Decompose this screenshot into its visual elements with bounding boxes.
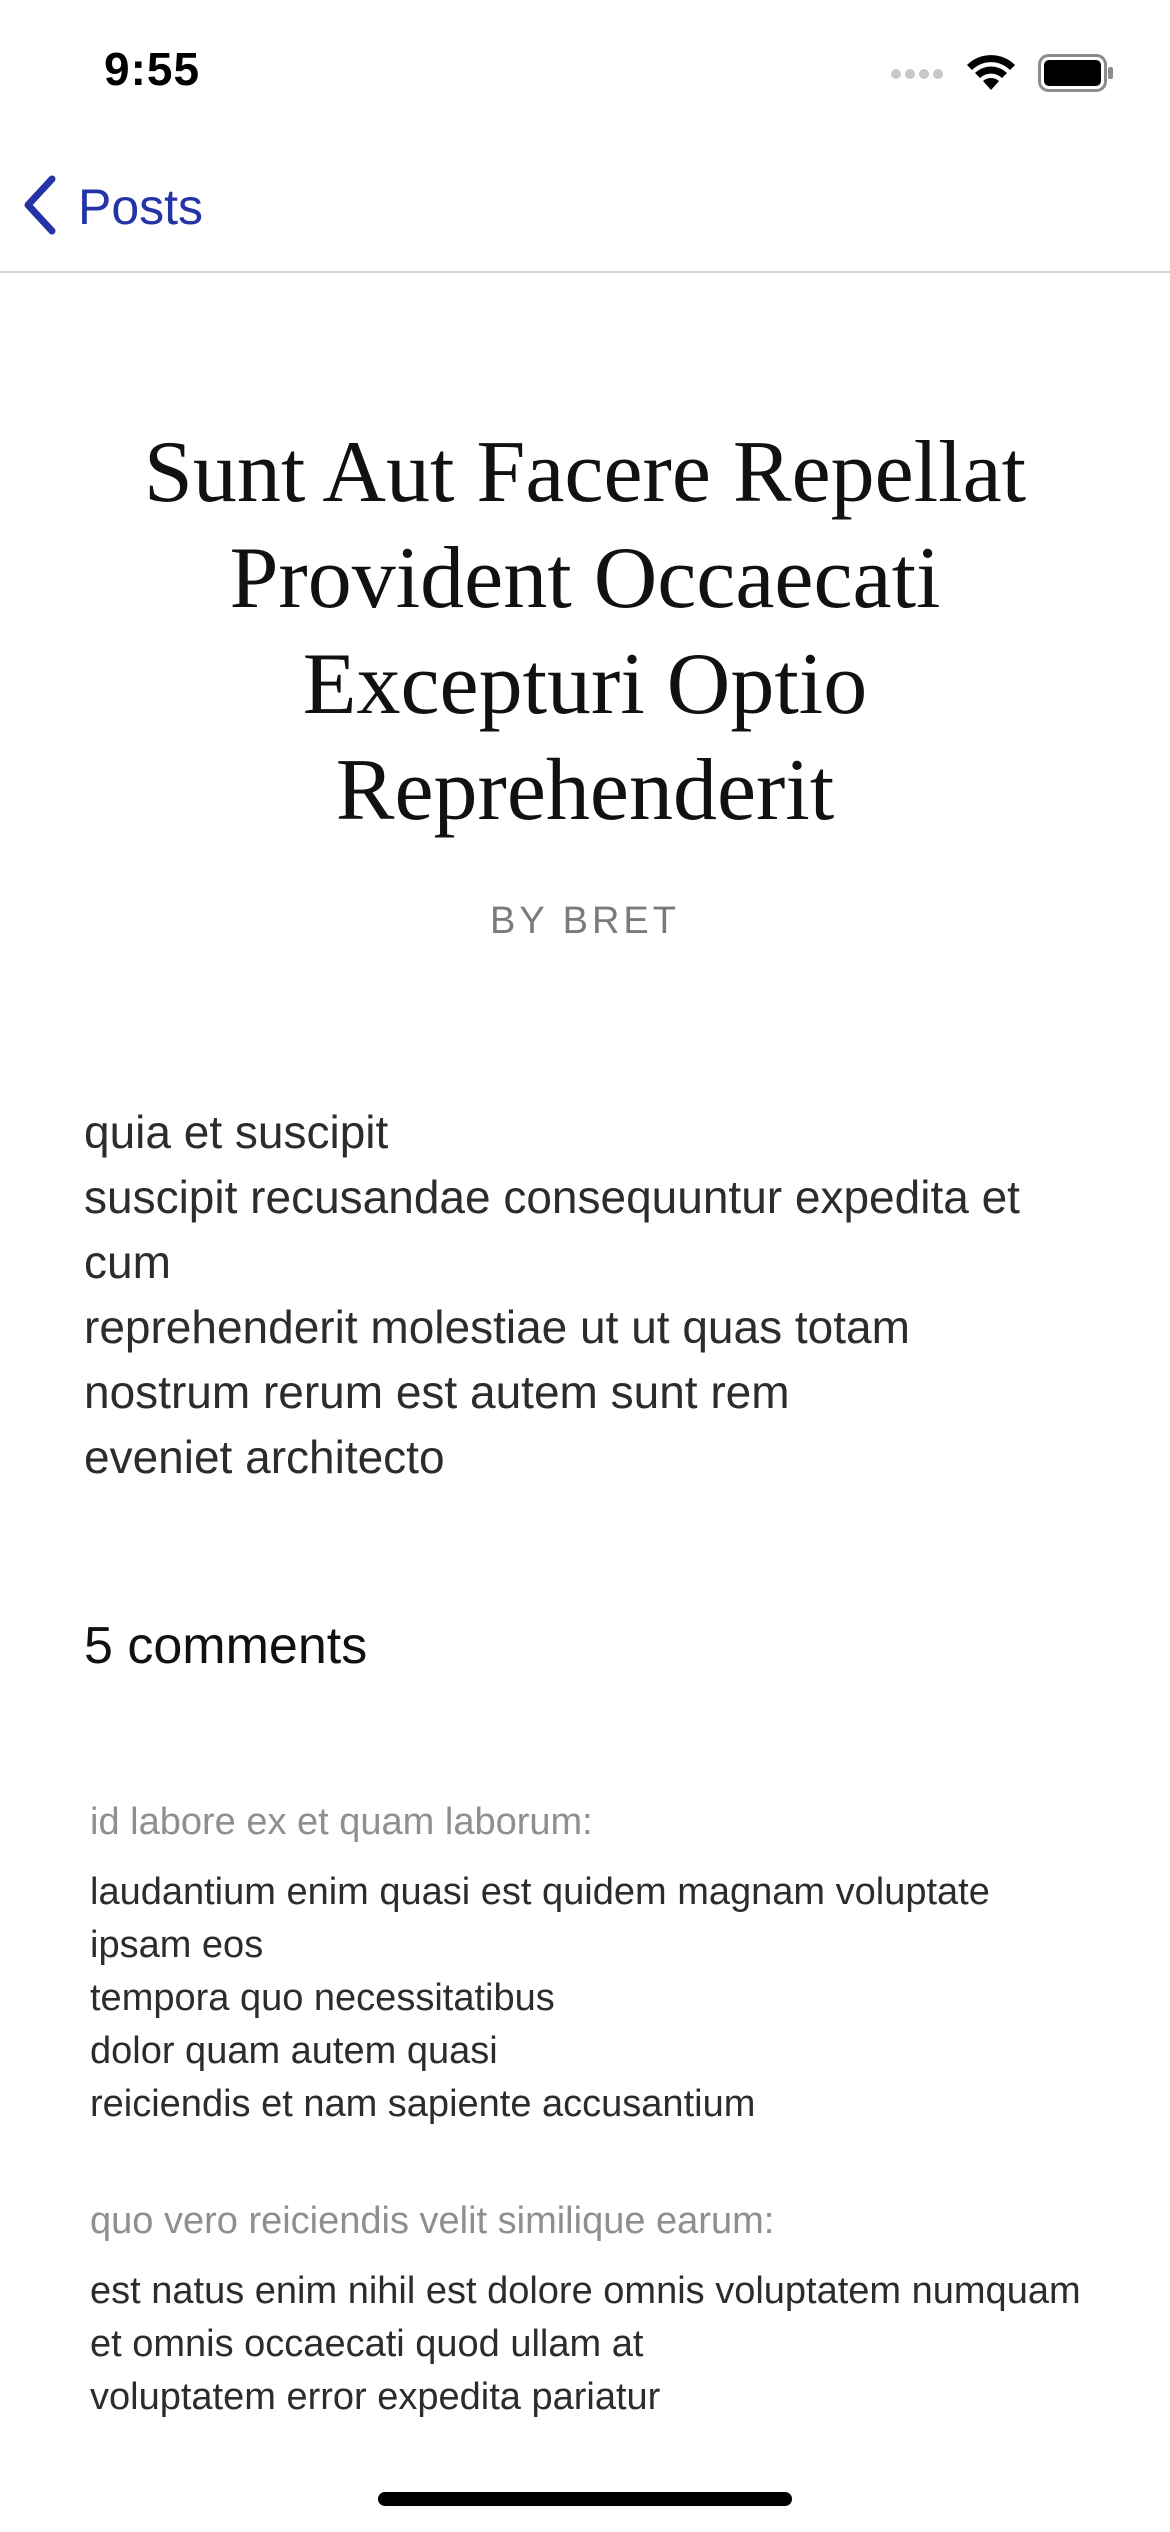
signal-icon	[890, 66, 944, 85]
status-bar: 9:55	[0, 0, 1170, 140]
comment-item: id labore ex et quam laborum: laudantium…	[90, 1796, 1090, 2131]
comment-name: quo vero reiciendis velit similique earu…	[90, 2200, 775, 2242]
battery-icon	[1038, 54, 1114, 96]
home-indicator[interactable]	[378, 2492, 792, 2506]
wifi-icon	[966, 54, 1016, 96]
comment-item: quo vero reiciendis velit similique earu…	[90, 2195, 1090, 2424]
comments-list: id labore ex et quam laborum: laudantium…	[90, 1796, 1090, 2488]
comment-body: laudantium enim quasi est quidem magnam …	[90, 1871, 990, 2125]
status-icons	[890, 50, 1114, 100]
back-label: Posts	[78, 179, 204, 235]
back-button[interactable]: Posts	[22, 174, 203, 240]
status-time: 9:55	[104, 43, 201, 95]
chevron-left-icon	[22, 175, 58, 239]
post-title: Sunt Aut Facere Repellat Provident Occae…	[143, 424, 1027, 839]
comment-name: id labore ex et quam laborum:	[90, 1801, 593, 1843]
comments-heading: 5 comments	[84, 1617, 368, 1675]
navigation-bar: Posts	[0, 140, 1170, 273]
post-body: quia et suscipit suscipit recusandae con…	[84, 1106, 1020, 1483]
comment-body: est natus enim nihil est dolore omnis vo…	[90, 2270, 1081, 2418]
post-author: BY BRET	[490, 900, 680, 942]
